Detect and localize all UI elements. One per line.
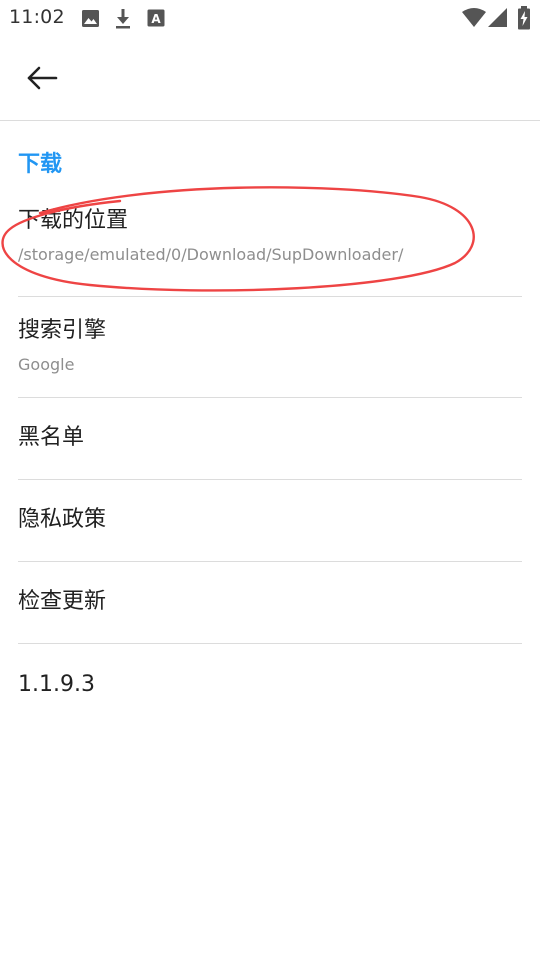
section-header-download: 下载 [18,152,63,177]
pref-download-location[interactable]: 下载的位置 /storage/emulated/0/Download/SupDo… [18,207,522,264]
pref-title: 检查更新 [18,589,107,614]
font-icon: A [147,9,165,31]
download-icon [114,8,132,34]
pref-summary: Google [18,355,75,374]
wifi-icon [462,8,486,32]
divider [18,397,522,398]
divider [18,561,522,562]
battery-charging-icon [517,6,531,34]
toolbar [0,38,540,121]
pref-title: 黑名单 [18,425,85,450]
divider [18,479,522,480]
pref-title: 隐私政策 [18,507,107,532]
pref-blacklist[interactable]: 黑名单 [18,424,522,452]
pref-title: 搜索引擎 [18,318,107,343]
pref-check-update[interactable]: 检查更新 [18,588,522,616]
status-bar: 11:02 A [0,0,540,38]
arrow-left-icon [26,66,58,90]
status-time: 11:02 [9,6,65,28]
divider [18,643,522,644]
signal-icon [488,8,508,32]
back-button[interactable] [16,58,68,98]
pref-version: 1.1.9.3 [18,671,522,699]
pref-search-engine[interactable]: 搜索引擎 Google [18,317,522,374]
version-label: 1.1.9.3 [18,672,95,697]
pref-title: 下载的位置 [18,208,129,233]
pref-summary: /storage/emulated/0/Download/SupDownload… [18,245,404,264]
pref-privacy-policy[interactable]: 隐私政策 [18,506,522,534]
image-icon [81,9,100,32]
divider [18,296,522,297]
svg-text:A: A [151,12,161,26]
